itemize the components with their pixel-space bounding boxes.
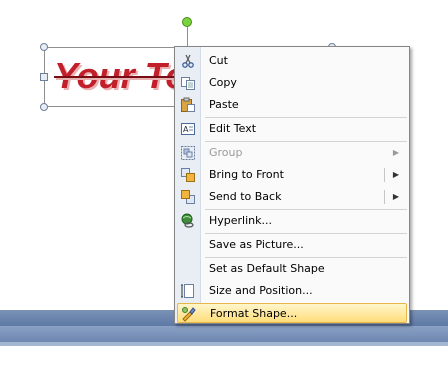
resize-handle-left[interactable]: [40, 73, 48, 81]
menu-separator: [205, 257, 407, 258]
menu-item-label: Send to Back: [209, 190, 282, 203]
menu-item-bring-to-front[interactable]: Bring to Front ▶: [177, 165, 407, 185]
menu-item-label: Format Shape...: [210, 307, 298, 320]
menu-separator: [205, 233, 407, 234]
menu-separator: [205, 117, 407, 118]
format-shape-icon: [181, 306, 197, 322]
menu-item-label: Group: [209, 146, 243, 159]
menu-item-label: Edit Text: [209, 122, 257, 135]
scissors-icon: [180, 53, 196, 69]
context-menu: Cut Copy Paste A Edit Text Group ▶ Bring…: [174, 46, 410, 324]
menu-item-save-as-picture[interactable]: Save as Picture...: [177, 235, 407, 255]
taskbar-edge: [0, 342, 448, 346]
menu-item-label: Size and Position...: [209, 284, 313, 297]
taskbar-band-bottom: [0, 326, 448, 342]
rotation-handle[interactable]: [182, 17, 192, 27]
svg-text:A: A: [183, 125, 189, 134]
menu-item-size-and-position[interactable]: Size and Position...: [177, 281, 407, 301]
submenu-arrow-icon[interactable]: ▶: [393, 165, 399, 185]
edit-text-icon: A: [180, 121, 196, 137]
resize-handle-bottom-left[interactable]: [40, 103, 48, 111]
menu-item-label: Set as Default Shape: [209, 262, 325, 275]
hyperlink-icon: [180, 213, 196, 229]
submenu-arrow-icon[interactable]: ▶: [393, 187, 399, 207]
menu-item-label: Bring to Front: [209, 168, 284, 181]
menu-item-copy[interactable]: Copy: [177, 73, 407, 93]
menu-item-label: Copy: [209, 76, 237, 89]
word-art-text[interactable]: Your Te: [54, 55, 185, 97]
menu-separator: [205, 209, 407, 210]
copy-icon: [180, 75, 196, 91]
menu-item-label: Hyperlink...: [209, 214, 272, 227]
menu-item-format-shape[interactable]: Format Shape...: [177, 303, 407, 323]
menu-item-cut[interactable]: Cut: [177, 51, 407, 71]
resize-handle-top-left[interactable]: [40, 43, 48, 51]
rotation-stem: [187, 24, 188, 46]
size-position-icon: [180, 283, 196, 299]
menu-item-group: Group ▶: [177, 143, 407, 163]
paste-icon: [180, 97, 196, 113]
split-divider: [384, 168, 385, 182]
menu-separator: [205, 141, 407, 142]
menu-item-label: Cut: [209, 54, 228, 67]
bring-to-front-icon: [180, 167, 196, 183]
menu-item-edit-text[interactable]: A Edit Text: [177, 119, 407, 139]
group-icon: [180, 145, 196, 161]
menu-item-hyperlink[interactable]: Hyperlink...: [177, 211, 407, 231]
submenu-arrow-icon: ▶: [392, 148, 399, 157]
menu-item-paste[interactable]: Paste: [177, 95, 407, 115]
menu-item-label: Paste: [209, 98, 239, 111]
send-to-back-icon: [180, 189, 196, 205]
menu-item-send-to-back[interactable]: Send to Back ▶: [177, 187, 407, 207]
split-divider: [384, 190, 385, 204]
menu-item-label: Save as Picture...: [209, 238, 304, 251]
menu-item-set-default-shape[interactable]: Set as Default Shape: [177, 259, 407, 279]
